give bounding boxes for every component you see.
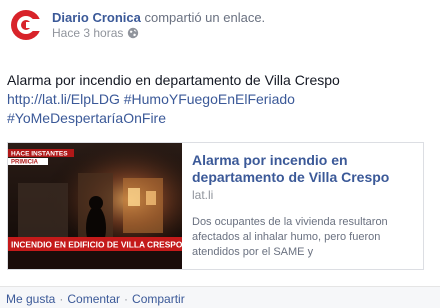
hashtag-link[interactable]: #YoMeDespertaríaOnFire (7, 110, 166, 126)
cronica-logo-icon (6, 5, 46, 45)
timestamp[interactable]: Hace 3 horas (52, 26, 123, 40)
globe-icon[interactable] (127, 27, 139, 39)
action-separator: · (124, 292, 129, 306)
link-preview-card[interactable]: HACE INSTANTES PRIMICIA INCENDIO EN EDIF… (7, 142, 424, 270)
post-links-line: http://lat.li/ElpLDG #HumoYFuegoEnElFeri… (7, 90, 435, 109)
share-link[interactable]: Compartir (132, 292, 185, 306)
link-card-text: Alarma por incendio en departamento de V… (192, 152, 418, 260)
action-separator: · (59, 292, 64, 306)
link-card-description: Dos ocupantes de la vivienda resultaron … (192, 216, 388, 258)
post-text-line: Alarma por incendio en departamento de V… (7, 72, 340, 88)
comment-link[interactable]: Comentar (67, 292, 120, 306)
author-line: Diario Cronica compartió un enlace. (52, 10, 265, 25)
hashtag-link[interactable]: #HumoYFuegoEnElFeriado (124, 91, 295, 107)
link-card-title[interactable]: Alarma por incendio en departamento de V… (192, 152, 418, 186)
author-name[interactable]: Diario Cronica (52, 10, 141, 25)
thumb-banner-bottom: INCENDIO EN EDIFICIO DE VILLA CRESPO (11, 240, 182, 250)
post-message: Alarma por incendio en departamento de V… (7, 71, 435, 128)
timestamp-line: Hace 3 horas (52, 26, 139, 40)
post-hashtag-line: #YoMeDespertaríaOnFire (7, 109, 435, 128)
thumb-banner-top2: PRIMICIA (11, 160, 39, 166)
link-card-domain: lat.li (192, 188, 214, 202)
like-link[interactable]: Me gusta (6, 292, 55, 306)
post-header: Diario Cronica compartió un enlace. Hace… (6, 5, 434, 45)
post-url-link[interactable]: http://lat.li/ElpLDG (7, 91, 120, 107)
share-action-text: compartió un enlace. (144, 10, 266, 25)
news-broadcast-image: HACE INSTANTES PRIMICIA INCENDIO EN EDIF… (8, 143, 182, 269)
thumb-banner-top: HACE INSTANTES (11, 151, 68, 158)
link-thumbnail[interactable]: HACE INSTANTES PRIMICIA INCENDIO EN EDIF… (8, 143, 182, 269)
post-action-bar: Me gusta · Comentar · Compartir (0, 286, 440, 308)
page-avatar[interactable] (6, 5, 46, 45)
